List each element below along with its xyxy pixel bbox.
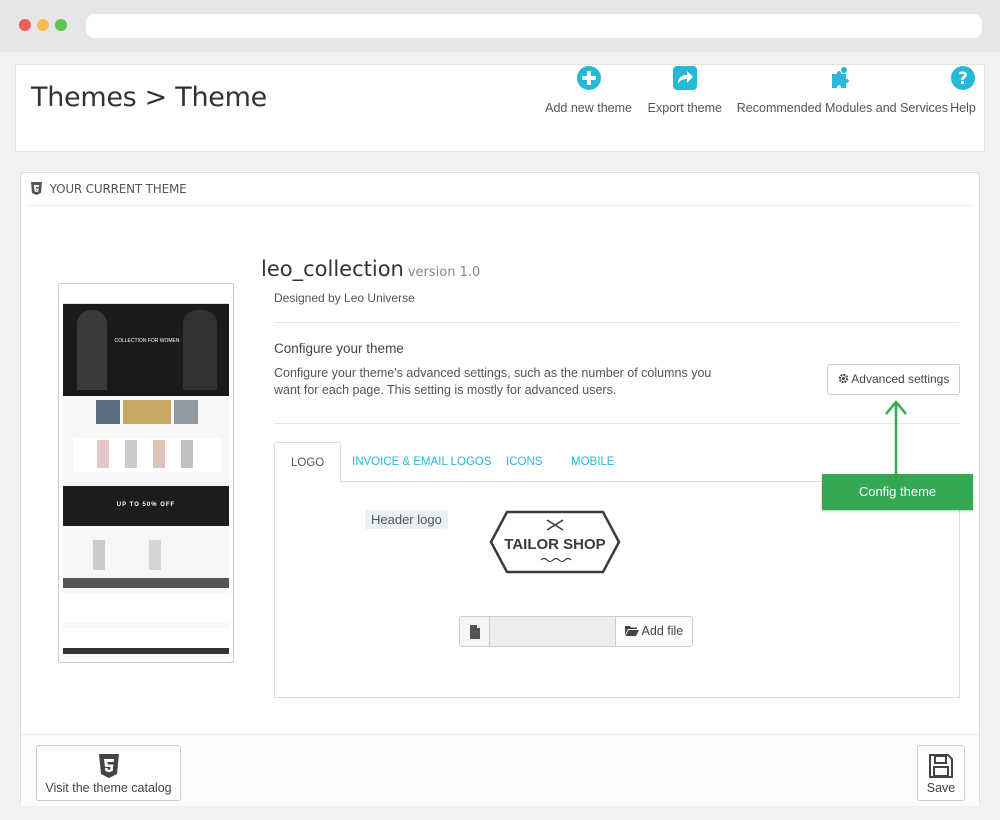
visit-theme-catalog-label: Visit the theme catalog — [45, 781, 172, 795]
html5-icon — [98, 754, 119, 778]
recommended-modules-label: Recommended Modules and Services — [736, 101, 948, 115]
share-icon — [672, 66, 697, 90]
divider — [274, 423, 959, 424]
header-logo-image: TAILOR SHOP — [465, 504, 645, 580]
panel-heading-label: YOUR CURRENT THEME — [49, 182, 187, 196]
window-minimize-dot[interactable] — [37, 19, 49, 31]
tab-icons[interactable]: ICONS — [490, 442, 558, 482]
theme-thumbnail: COLLECTION FOR WOMEN UP TO 50% OFF — [58, 283, 234, 663]
logo-tab-content: Header logo TAILOR SHOP Add file — [274, 482, 960, 698]
advanced-settings-label: Advanced settings — [851, 372, 950, 386]
recommended-modules-button[interactable]: Recommended Modules and Services — [737, 65, 948, 115]
save-icon — [929, 754, 953, 778]
folder-open-icon — [624, 626, 639, 636]
export-theme-label: Export theme — [647, 101, 722, 115]
plus-circle-icon — [576, 66, 601, 90]
panel-footer: Visit the theme catalog Save — [21, 734, 979, 806]
add-new-theme-button[interactable]: Add new theme — [545, 65, 632, 115]
file-path-input[interactable] — [489, 616, 616, 647]
address-bar[interactable] — [86, 14, 982, 38]
tab-invoice-email-logos[interactable]: INVOICE & EMAIL LOGOS — [336, 442, 508, 482]
panel-heading: YOUR CURRENT THEME — [31, 182, 187, 196]
help-label: Help — [950, 101, 976, 115]
visit-theme-catalog-button[interactable]: Visit the theme catalog — [36, 745, 181, 801]
gear-icon — [838, 373, 848, 384]
add-file-button[interactable]: Add file — [615, 616, 693, 647]
file-icon — [459, 616, 489, 647]
export-theme-button[interactable]: Export theme — [648, 65, 722, 115]
page-header: Themes > Theme Add new theme Export them… — [15, 64, 985, 152]
advanced-settings-button[interactable]: Advanced settings — [827, 364, 960, 395]
puzzle-icon — [832, 67, 850, 88]
tab-mobile[interactable]: MOBILE — [555, 442, 630, 482]
divider — [274, 322, 959, 323]
logo-text: TAILOR SHOP — [504, 536, 605, 553]
header-logo-label: Header logo — [365, 510, 448, 529]
tab-logo[interactable]: LOGO — [274, 442, 342, 483]
theme-version: version 1.0 — [407, 265, 481, 280]
config-theme-annotation: Config theme — [822, 474, 973, 510]
add-file-label: Add file — [641, 624, 684, 638]
window-maximize-dot[interactable] — [55, 19, 67, 31]
save-label: Save — [926, 781, 956, 795]
configure-description: Configure your theme's advanced settings… — [274, 366, 712, 397]
theme-name: leo_collection version 1.0 — [261, 257, 480, 281]
thumbnail-promo-text: UP TO 50% OFF — [116, 502, 176, 508]
svg-text:?: ? — [958, 69, 968, 89]
configure-title: Configure your theme — [274, 341, 404, 356]
browser-chrome — [0, 0, 1000, 52]
help-button[interactable]: ? Help — [950, 65, 976, 115]
annotation-arrow — [885, 400, 907, 474]
theme-name-text: leo_collection — [261, 257, 404, 281]
thumbnail-hero-text: COLLECTION FOR WOMEN — [114, 338, 180, 344]
divider — [27, 205, 973, 206]
theme-designer: Designed by Leo Universe — [274, 291, 415, 305]
page-title: Themes > Theme — [31, 82, 267, 113]
save-button[interactable]: Save — [917, 745, 965, 801]
file-upload: Add file — [459, 616, 693, 648]
add-new-theme-label: Add new theme — [545, 101, 632, 115]
window-close-dot[interactable] — [19, 19, 31, 31]
help-icon: ? — [951, 66, 975, 90]
html5-icon — [31, 182, 42, 195]
